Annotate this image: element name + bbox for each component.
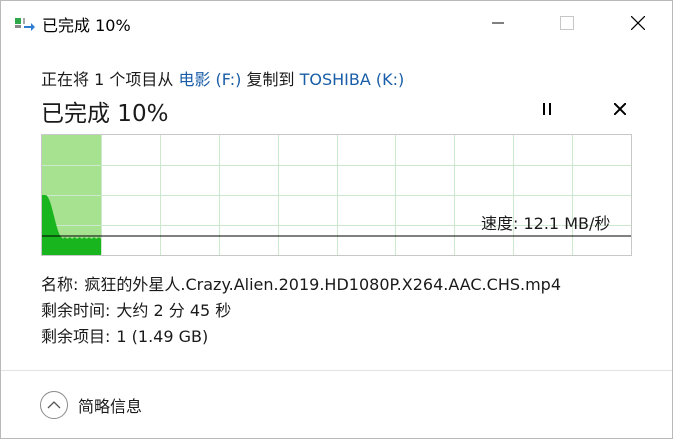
minimize-button[interactable]: [475, 1, 521, 45]
pause-icon: [543, 103, 551, 115]
details-panel: 名称: 疯狂的外星人.Crazy.Alien.2019.HD1080P.X264.…: [41, 272, 561, 350]
copy-files-icon: [15, 16, 35, 31]
speed-readout: 速度: 12.1 MB/秒: [481, 214, 611, 233]
progress-headline: 已完成 10%: [41, 101, 169, 127]
copy-description: 正在将 1 个项目从 电影 (F:) 复制到 TOSHIBA (K:): [41, 66, 404, 90]
file-name: 疯狂的外星人.Crazy.Alien.2019.HD1080P.X264.AAC…: [84, 275, 562, 294]
destination-link[interactable]: TOSHIBA (K:): [300, 70, 405, 89]
window-title: 已完成 10%: [42, 16, 131, 35]
close-button[interactable]: [615, 1, 661, 45]
maximize-button[interactable]: [544, 1, 590, 45]
time-remaining-value: 大约 2 分 45 秒: [116, 301, 232, 320]
source-link[interactable]: 电影 (F:): [178, 70, 241, 89]
fewer-details-label[interactable]: 简略信息: [78, 393, 142, 417]
detail-items-row: 剩余项目: 1 (1.49 GB): [41, 324, 561, 350]
cancel-icon: [614, 103, 626, 115]
items-remaining-label: 剩余项目:: [41, 327, 111, 346]
copy-dialog: 已完成 10% 正在将 1 个项目从 电影 (F:) 复制到 TOSHIBA (…: [0, 0, 673, 439]
footer-divider: [1, 370, 672, 371]
speed-graph-svg: [42, 135, 631, 255]
maximize-icon: [560, 16, 574, 30]
detail-name-row: 名称: 疯狂的外星人.Crazy.Alien.2019.HD1080P.X264.…: [41, 272, 561, 298]
copy-prefix: 正在将 1 个项目从: [41, 70, 179, 89]
time-remaining-label: 剩余时间:: [41, 301, 111, 320]
detail-time-row: 剩余时间: 大约 2 分 45 秒: [41, 298, 561, 324]
copy-middle: 复制到: [241, 70, 300, 89]
cancel-button[interactable]: [607, 97, 633, 121]
name-label: 名称:: [41, 275, 79, 294]
speed-graph: [41, 134, 632, 256]
minimize-icon: [492, 22, 504, 24]
chevron-up-icon[interactable]: [40, 391, 68, 419]
pause-button[interactable]: [534, 97, 560, 121]
graph-grid: [42, 135, 631, 255]
title-bar[interactable]: 已完成 10%: [1, 1, 672, 45]
close-icon: [631, 16, 645, 30]
fewer-details-toggle[interactable]: 简略信息: [40, 391, 142, 419]
items-remaining-value: 1 (1.49 GB): [116, 327, 209, 346]
